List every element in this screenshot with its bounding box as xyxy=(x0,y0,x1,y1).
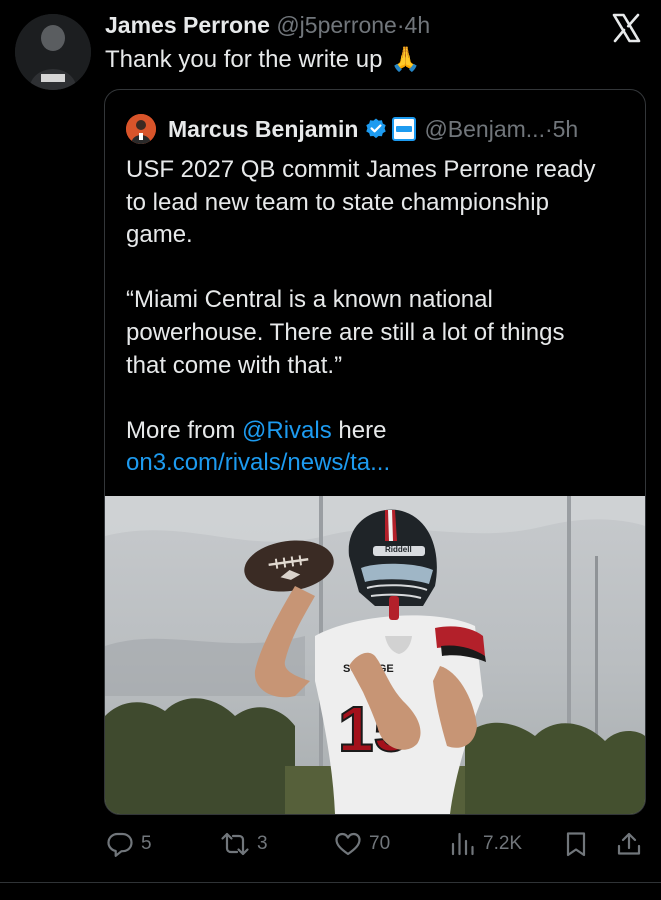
quote-author-name[interactable]: Marcus Benjamin xyxy=(168,116,358,143)
pray-emoji: 🙏 xyxy=(390,46,421,73)
football-player-photo: 15 SOU DGE Riddell xyxy=(105,496,645,814)
quote-author-avatar[interactable] xyxy=(126,114,156,144)
views-icon xyxy=(451,832,474,856)
like-count: 70 xyxy=(369,833,391,854)
author-avatar[interactable] xyxy=(15,14,91,90)
verified-icon xyxy=(364,117,388,141)
quote-time[interactable]: 5h xyxy=(553,116,579,143)
quote-body: USF 2027 QB commit James Perrone ready t… xyxy=(126,154,631,480)
reply-icon xyxy=(107,832,133,857)
rivals-mention-link[interactable]: @Rivals xyxy=(242,417,332,444)
quote-line: “Miami Central is a known national xyxy=(126,286,493,314)
repost-button[interactable]: 3 xyxy=(220,828,268,860)
quote-line: to lead new team to state championship xyxy=(126,188,549,216)
tweet-time[interactable]: 4h xyxy=(405,12,431,38)
tweet-text: Thank you for the write up 🙏 xyxy=(105,45,420,74)
avatar-photo xyxy=(15,14,91,90)
article-link[interactable]: on3.com/rivals/news/ta... xyxy=(126,447,631,480)
reply-count: 5 xyxy=(141,833,152,854)
quote-media-image[interactable]: 15 SOU DGE Riddell xyxy=(105,496,645,814)
bookmark-button[interactable] xyxy=(564,828,588,860)
reply-button[interactable]: 5 xyxy=(106,828,152,860)
more-suffix: here xyxy=(331,416,387,444)
quote-line: powerhouse. There are still a lot of thi… xyxy=(126,318,565,346)
like-icon xyxy=(335,832,361,856)
quote-dot-separator: · xyxy=(544,115,553,142)
quote-line: USF 2027 QB commit James Perrone ready xyxy=(126,156,596,183)
more-from-line: More from @Rivals here xyxy=(126,415,631,448)
quote-line: game. xyxy=(126,221,193,249)
quote-header: Marcus Benjamin @Benjam... · 5h xyxy=(126,112,578,146)
helmet-brand: Riddell xyxy=(385,545,412,554)
author-handle[interactable]: @j5perrone xyxy=(276,12,397,38)
like-button[interactable]: 70 xyxy=(334,828,390,860)
share-button[interactable] xyxy=(616,828,642,860)
divider xyxy=(0,882,661,883)
views-count: 7.2K xyxy=(483,833,523,854)
tweet-action-bar: 5 3 70 7.2K xyxy=(104,828,649,860)
affiliate-badge-icon[interactable] xyxy=(392,117,417,141)
repost-count: 3 xyxy=(257,833,268,854)
more-prefix: More from xyxy=(126,416,243,444)
dot-separator: · xyxy=(396,12,405,38)
repost-icon xyxy=(221,832,249,856)
quote-author-handle[interactable]: @Benjam... xyxy=(424,116,545,143)
affiliate-badge-mark xyxy=(396,126,413,132)
x-logo-icon[interactable] xyxy=(608,10,644,46)
author-name[interactable]: James Perrone xyxy=(105,12,270,38)
quote-line: that come with that.” xyxy=(126,351,343,379)
share-icon xyxy=(617,832,641,855)
quoted-tweet[interactable]: Marcus Benjamin @Benjam... · 5h USF 2027 Q… xyxy=(104,89,646,815)
bookmark-icon xyxy=(566,832,586,857)
tweet-body: Thank you for the write up xyxy=(105,45,383,73)
views-button[interactable]: 7.2K xyxy=(450,828,522,860)
tweet-author-line: James Perrone @j5perrone·4h xyxy=(105,12,430,39)
